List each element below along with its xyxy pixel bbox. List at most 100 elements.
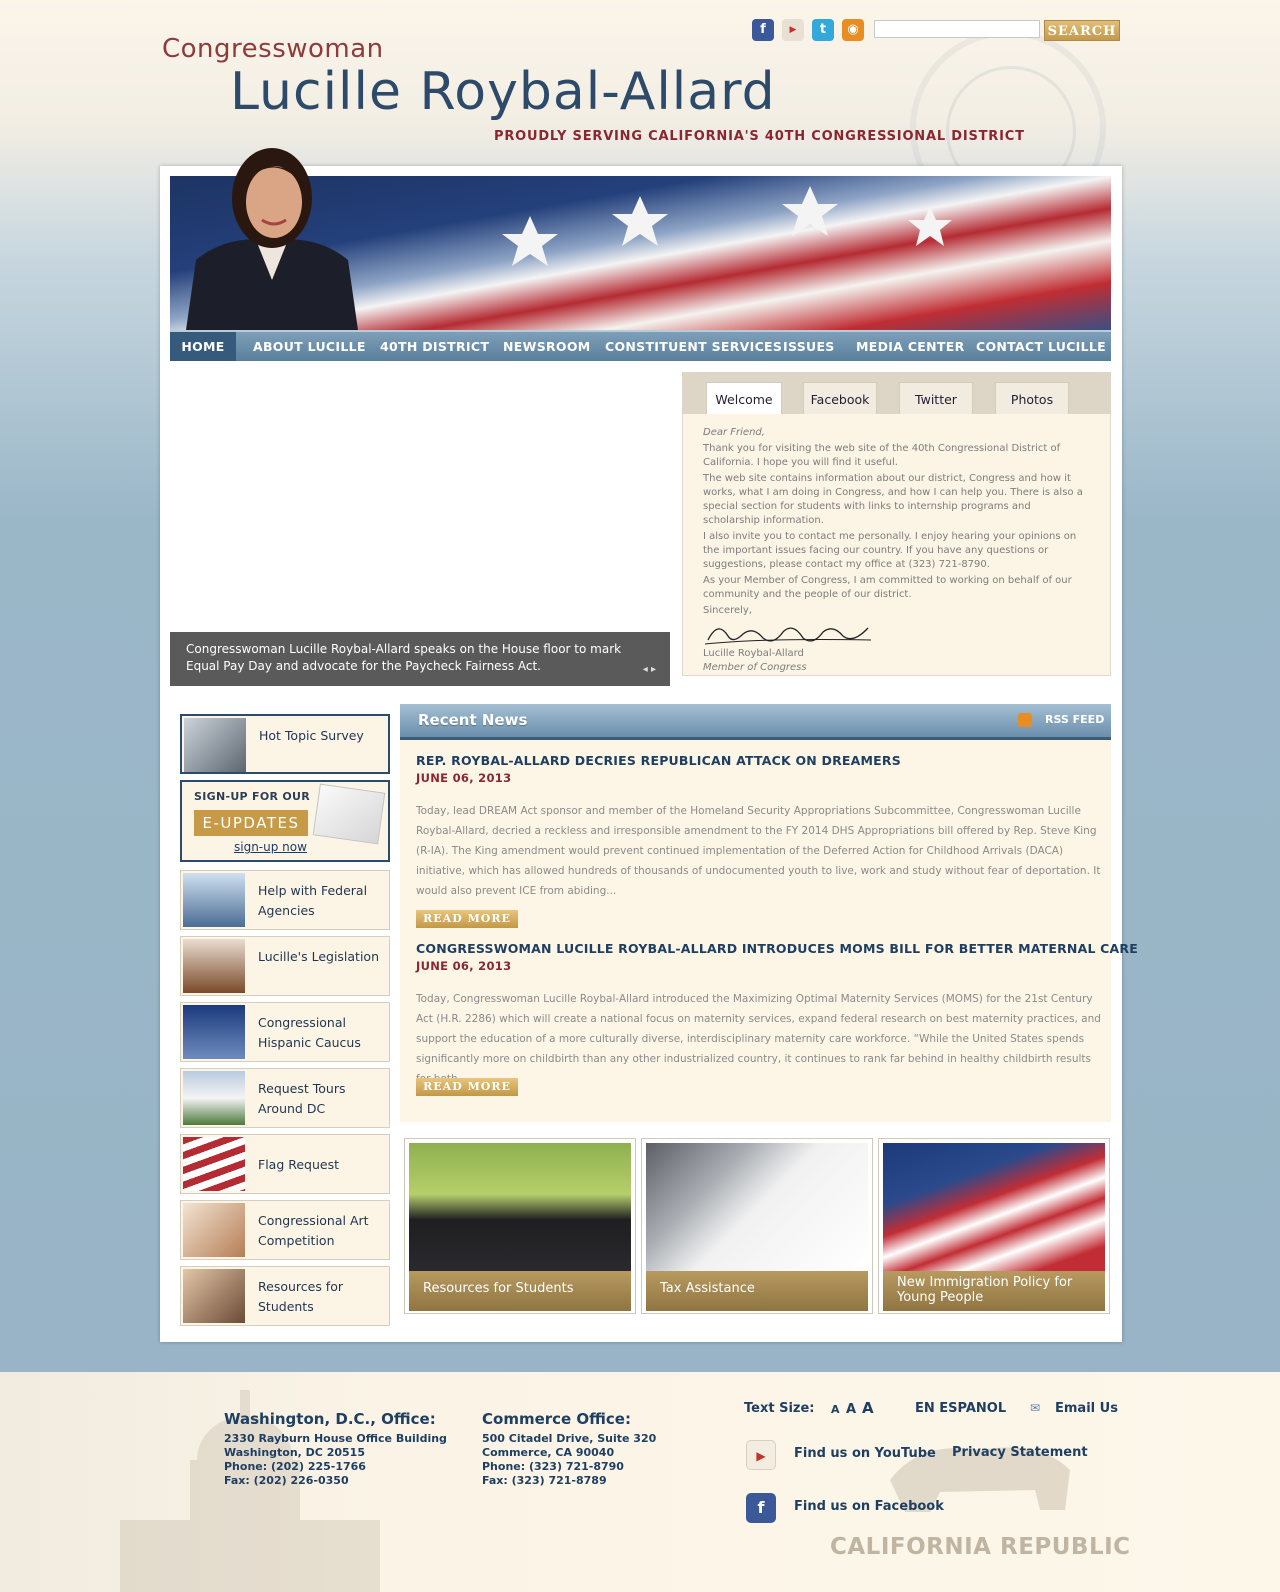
- flag-icon: [183, 1137, 245, 1191]
- news-article-date: JUNE 06, 2013: [416, 959, 512, 973]
- text-size-large[interactable]: A: [862, 1399, 874, 1417]
- signature-name: Lucille Roybal-Allard: [703, 648, 804, 659]
- nav-newsroom[interactable]: NEWSROOM: [503, 332, 591, 361]
- flag-photo: [883, 1143, 1105, 1271]
- sidebar-item-label: Congressional Art Competition: [258, 1213, 369, 1248]
- signature-title: Member of Congress: [703, 662, 807, 673]
- email-us-link[interactable]: Email Us: [1055, 1401, 1118, 1416]
- text-size-label: Text Size:: [744, 1401, 815, 1416]
- site-title-prefix: Congresswoman: [162, 34, 384, 64]
- nav-contact-lucille[interactable]: CONTACT LUCILLE: [976, 332, 1106, 361]
- nav-issues[interactable]: ISSUES: [783, 332, 835, 361]
- tab-facebook[interactable]: Facebook: [803, 382, 877, 414]
- sidebar-item-federal-agencies[interactable]: Help with Federal Agencies: [180, 870, 390, 930]
- commerce-office-line: Phone: (323) 721-8790: [482, 1460, 624, 1473]
- sidebar-item-legislation[interactable]: Lucille's Legislation: [180, 936, 390, 996]
- twitter-icon[interactable]: t: [812, 19, 834, 41]
- news-article-title[interactable]: CONGRESSWOMAN LUCILLE ROYBAL-ALLARD INTR…: [416, 941, 1138, 956]
- california-republic-text: CALIFORNIA REPUBLIC: [830, 1534, 1131, 1560]
- text-size-medium[interactable]: A: [846, 1402, 856, 1417]
- students-icon: [183, 1269, 245, 1323]
- slider-arrows-icon[interactable]: ◂ ▸: [643, 661, 656, 678]
- letter-paragraph: Thank you for visiting the web site of t…: [703, 443, 1061, 468]
- site-title-name[interactable]: Lucille Roybal-Allard: [230, 62, 776, 122]
- sidebar-item-art-competition[interactable]: Congressional Art Competition: [180, 1200, 390, 1260]
- rss-icon[interactable]: [1018, 713, 1032, 727]
- rss-icon[interactable]: ◉: [842, 19, 864, 41]
- sidebar-item-label: Flag Request: [258, 1157, 340, 1172]
- sidebar-item-hispanic-caucus[interactable]: Congressional Hispanic Caucus: [180, 1002, 390, 1062]
- read-more-button[interactable]: READ MORE: [416, 910, 518, 928]
- letter-paragraph: As your Member of Congress, I am committ…: [703, 575, 1072, 600]
- nav-media-center[interactable]: MEDIA CENTER: [856, 332, 965, 361]
- commerce-office-line: Fax: (323) 721-8789: [482, 1474, 607, 1487]
- facebook-icon[interactable]: f: [746, 1493, 776, 1523]
- capitol-dome-icon: [183, 1005, 245, 1059]
- sidebar-item-flag-request[interactable]: Flag Request: [180, 1134, 390, 1194]
- letter-paragraph: The web site contains information about …: [703, 473, 1083, 526]
- dc-office-line: 2330 Rayburn House Office Building: [224, 1432, 447, 1445]
- facebook-icon[interactable]: f: [752, 19, 774, 41]
- news-article-summary: Today, Congresswoman Lucille Roybal-Alla…: [416, 993, 1101, 1085]
- eupdates-badge: E-UPDATES: [194, 810, 308, 836]
- read-more-button[interactable]: READ MORE: [416, 1078, 518, 1096]
- sidebar-item-label: Hot Topic Survey: [259, 728, 364, 743]
- white-house-icon: [183, 1071, 245, 1125]
- nav-constituent-services[interactable]: CONSTITUENT SERVICES: [605, 332, 782, 361]
- envelope-icon: ✉: [1030, 1401, 1041, 1415]
- dc-office-line: Fax: (202) 226-0350: [224, 1474, 349, 1487]
- main-nav: HOME ABOUT LUCILLE 40TH DISTRICT NEWSROO…: [170, 330, 1111, 361]
- feature-caption: Tax Assistance: [646, 1271, 868, 1311]
- commerce-office-line: Commerce, CA 90040: [482, 1446, 615, 1459]
- letter-greeting: Dear Friend,: [703, 427, 765, 438]
- left-sidebar: Hot Topic Survey SIGN-UP FOR OUR E-UPDAT…: [170, 704, 396, 1330]
- feature-caption: Resources for Students: [409, 1271, 631, 1311]
- nav-home[interactable]: HOME: [170, 332, 236, 361]
- tab-twitter[interactable]: Twitter: [899, 382, 973, 414]
- dc-office-line: Washington, DC 20515: [224, 1446, 365, 1459]
- keyboard-icon: [184, 718, 246, 772]
- sidebar-item-resources-students[interactable]: Resources for Students: [180, 1266, 390, 1326]
- feature-immigration-policy[interactable]: New Immigration Policy for Young People: [878, 1138, 1110, 1314]
- rss-feed-link[interactable]: RSS FEED: [1045, 713, 1104, 726]
- video-caption-text: Congresswoman Lucille Roybal-Allard spea…: [186, 642, 622, 673]
- nav-40th-district[interactable]: 40TH DISTRICT: [380, 332, 489, 361]
- news-article-summary: Today, lead DREAM Act sponsor and member…: [416, 805, 1101, 897]
- sidebar-item-hot-topic-survey[interactable]: Hot Topic Survey: [180, 714, 390, 774]
- letter-closing: Sincerely,: [703, 605, 753, 616]
- facebook-link[interactable]: Find us on Facebook: [794, 1499, 944, 1514]
- dc-office-line: Phone: (202) 225-1766: [224, 1460, 366, 1473]
- sidebar-item-label: Lucille's Legislation: [258, 949, 380, 964]
- tab-photos[interactable]: Photos: [995, 382, 1069, 414]
- en-espanol-link[interactable]: EN ESPANOL: [915, 1401, 1006, 1416]
- youtube-icon[interactable]: ▶: [782, 19, 804, 41]
- sidebar-item-label: Help with Federal Agencies: [258, 883, 368, 918]
- eupdates-signup-link[interactable]: sign-up now: [234, 840, 307, 854]
- tax-form-photo: [646, 1143, 868, 1271]
- feature-tax-assistance[interactable]: Tax Assistance: [641, 1138, 873, 1314]
- text-size-small[interactable]: A: [831, 1403, 840, 1416]
- search-input[interactable]: [874, 20, 1040, 38]
- sidebar-item-label: Congressional Hispanic Caucus: [258, 1015, 361, 1050]
- graduates-photo: [409, 1143, 631, 1271]
- feature-resources-students[interactable]: Resources for Students: [404, 1138, 636, 1314]
- privacy-statement-link[interactable]: Privacy Statement: [952, 1445, 1088, 1460]
- newspaper-icon: [312, 783, 386, 845]
- paintbrush-icon: [183, 1203, 245, 1257]
- youtube-icon[interactable]: ▶: [746, 1440, 776, 1470]
- news-article-title[interactable]: REP. ROYBAL-ALLARD DECRIES REPUBLICAN AT…: [416, 753, 901, 768]
- search-button[interactable]: SEARCH: [1044, 20, 1120, 41]
- letter-paragraph: I also invite you to contact me personal…: [703, 531, 1077, 570]
- capitol-icon: [183, 873, 245, 927]
- sidebar-item-tours[interactable]: Request Tours Around DC: [180, 1068, 390, 1128]
- news-article-date: JUNE 06, 2013: [416, 771, 512, 785]
- sidebar-item-label: Resources for Students: [258, 1279, 343, 1314]
- commerce-office-line: 500 Citadel Drive, Suite 320: [482, 1432, 657, 1445]
- eupdates-title: SIGN-UP FOR OUR: [194, 790, 311, 803]
- eupdates-signup[interactable]: SIGN-UP FOR OUR E-UPDATES sign-up now: [180, 780, 390, 862]
- tab-welcome[interactable]: Welcome: [706, 382, 782, 414]
- recent-news-title: Recent News: [418, 711, 528, 729]
- nav-about-lucille[interactable]: ABOUT LUCILLE: [253, 332, 366, 361]
- sidebar-item-label: Request Tours Around DC: [258, 1081, 346, 1116]
- youtube-link[interactable]: Find us on YouTube: [794, 1446, 936, 1461]
